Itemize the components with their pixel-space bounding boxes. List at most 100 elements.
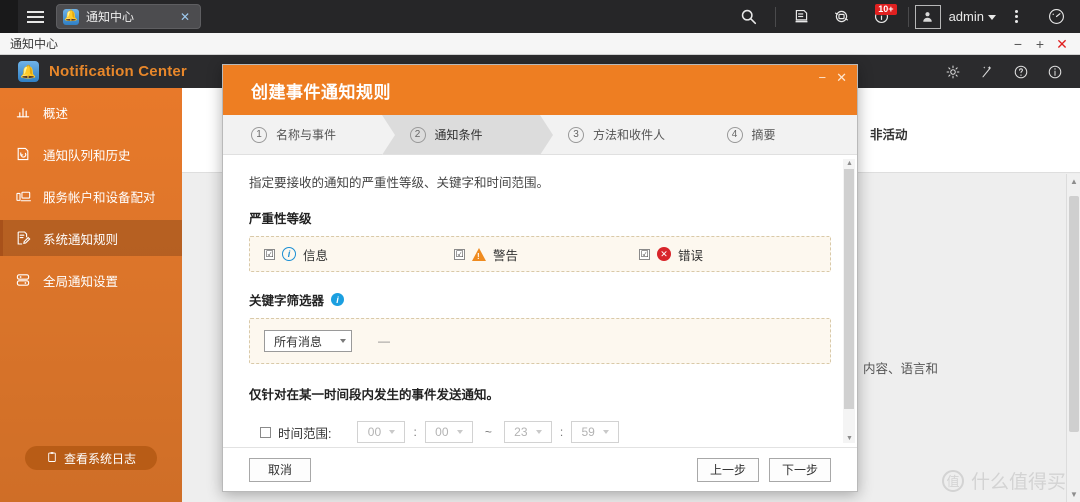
- watermark: 值 什么值得买: [941, 467, 1066, 494]
- dialog-scrollbar[interactable]: ▲ ▼: [843, 159, 855, 443]
- severity-label-text: 严重性等级: [249, 212, 312, 226]
- dialog-close-button[interactable]: ✕: [836, 71, 847, 84]
- create-event-notification-rule-dialog: 创建事件通知规则 − ✕ 1 名称与事件 2 通知条件 3 方法和收件人 4 摘…: [222, 64, 858, 492]
- backup-sync-icon[interactable]: [822, 0, 862, 33]
- dialog-title: 创建事件通知规则: [251, 82, 391, 102]
- previous-step-button[interactable]: 上一步: [696, 457, 759, 482]
- end-hour-select[interactable]: 23: [503, 421, 552, 443]
- watermark-logo-icon: 值: [941, 469, 964, 492]
- dialog-minimize-button[interactable]: −: [819, 71, 827, 84]
- severity-option-warning[interactable]: ☑ 警告: [454, 245, 639, 264]
- time-colon-2: :: [559, 425, 564, 439]
- window-close-button[interactable]: ✕: [1052, 34, 1072, 54]
- user-menu[interactable]: admin: [949, 9, 996, 24]
- about-info-icon[interactable]: [1040, 55, 1070, 88]
- keyword-dash: —: [378, 334, 390, 348]
- time-colon-1: :: [413, 425, 417, 439]
- severity-error-checkbox[interactable]: ☑: [639, 248, 650, 260]
- sidebar-item-system-rules[interactable]: 系统通知规则: [0, 220, 182, 256]
- tab-strip: 🔔 通知中心 ✕: [56, 0, 201, 33]
- notification-info-icon[interactable]: 10+: [862, 0, 902, 33]
- chart-bars-icon: [14, 103, 32, 121]
- dialog-window-controls: − ✕: [819, 65, 848, 84]
- sidebar-label-queue-history: 通知队列和历史: [43, 148, 131, 163]
- window-maximize-button[interactable]: +: [1030, 34, 1050, 54]
- user-avatar-icon[interactable]: [914, 4, 941, 29]
- step-number-4: 4: [726, 126, 743, 143]
- app-header-actions: [938, 55, 1080, 88]
- step-label-1: 名称与事件: [276, 128, 337, 142]
- content-scroll-thumb[interactable]: [1069, 196, 1079, 432]
- help-question-icon[interactable]: [1006, 55, 1036, 88]
- toolbar-divider-2: [907, 6, 909, 27]
- content-scrollbar[interactable]: ▲ ▼: [1066, 174, 1080, 502]
- info-circle-icon: i: [282, 247, 296, 261]
- step-label-2: 通知条件: [434, 128, 483, 142]
- step-number-3: 3: [568, 126, 584, 143]
- end-minute-value: 59: [581, 425, 595, 439]
- sidebar-item-queue-history[interactable]: 通知队列和历史: [0, 136, 182, 172]
- severity-option-info[interactable]: ☑ i 信息: [264, 245, 454, 264]
- window-minimize-button[interactable]: −: [1008, 34, 1028, 54]
- tab-close-icon[interactable]: ✕: [178, 10, 192, 24]
- start-hour-select[interactable]: 00: [357, 421, 406, 443]
- severity-info-label: 信息: [303, 248, 329, 263]
- view-system-log-button[interactable]: 查看系统日志: [25, 446, 157, 470]
- dialog-footer-actions: 上一步 下一步: [696, 457, 831, 482]
- window-title: 通知中心: [10, 37, 59, 51]
- severity-panel: ☑ i 信息 ☑ 警告 ☑ ✕ 错误: [249, 236, 831, 272]
- severity-warning-label: 警告: [493, 248, 519, 263]
- dialog-body: 指定要接收的通知的严重性等级、关键字和时间范围。 严重性等级 ☑ i 信息 ☑ …: [223, 155, 857, 447]
- keyword-label-text: 关键字筛选器: [249, 294, 325, 308]
- end-minute-select[interactable]: 59: [571, 421, 620, 443]
- sidebar-item-accounts-devices[interactable]: 服务帐户和设备配对: [0, 178, 182, 214]
- dialog-scroll-up-arrow-icon[interactable]: ▲: [846, 160, 853, 167]
- dialog-scroll-thumb[interactable]: [844, 169, 854, 409]
- desktop-toolbar: 10+ admin: [729, 0, 1080, 33]
- sidebar-item-overview[interactable]: 概述: [0, 94, 182, 130]
- chevron-down-icon: [456, 430, 463, 434]
- gauge-icon[interactable]: [1036, 0, 1076, 33]
- severity-section-label: 严重性等级: [249, 208, 831, 227]
- wizard-steps: 1 名称与事件 2 通知条件 3 方法和收件人 4 摘要: [223, 115, 857, 155]
- keyword-scope-select[interactable]: 所有消息: [264, 330, 352, 352]
- severity-warning-checkbox[interactable]: ☑: [454, 248, 465, 260]
- severity-option-error[interactable]: ☑ ✕ 错误: [639, 245, 703, 264]
- tab-notification-center[interactable]: 🔔 通知中心 ✕: [56, 4, 201, 29]
- main-menu-icon[interactable]: [18, 0, 52, 33]
- wizard-wand-icon[interactable]: [972, 55, 1002, 88]
- chevron-down-icon: [389, 430, 396, 434]
- wizard-step-summary[interactable]: 4 摘要: [699, 115, 858, 154]
- history-queue-icon: [14, 145, 32, 163]
- wizard-step-conditions[interactable]: 2 通知条件: [381, 115, 553, 155]
- start-minute-select[interactable]: 00: [424, 421, 473, 443]
- kebab-menu-icon[interactable]: [996, 0, 1036, 33]
- app-title: Notification Center: [49, 63, 187, 80]
- scroll-up-arrow-icon[interactable]: ▲: [1070, 177, 1078, 186]
- resource-monitor-icon[interactable]: [782, 0, 822, 33]
- chevron-down-icon: [535, 430, 542, 434]
- user-name-label: admin: [948, 9, 984, 24]
- toolbar-divider: [774, 6, 776, 27]
- cancel-button[interactable]: 取消: [249, 457, 311, 482]
- wizard-step-name-events[interactable]: 1 名称与事件: [223, 115, 382, 154]
- sidebar-label-accounts-devices: 服务帐户和设备配对: [43, 190, 156, 205]
- dialog-scroll-down-arrow-icon[interactable]: ▼: [846, 435, 853, 442]
- time-range-note: 仅针对在某一时间段内发生的事件发送通知。: [249, 388, 500, 402]
- sidebar-item-global-settings[interactable]: 全局通知设置: [0, 262, 182, 298]
- scroll-down-arrow-icon[interactable]: ▼: [1070, 490, 1078, 499]
- chevron-down-icon: [602, 430, 609, 434]
- time-range-separator: ~: [484, 425, 492, 439]
- dialog-footer: 取消 上一步 下一步: [223, 447, 857, 491]
- error-circle-icon: ✕: [657, 247, 671, 261]
- sidebar-label-system-rules: 系统通知规则: [43, 232, 119, 247]
- info-tooltip-icon[interactable]: i: [331, 293, 345, 306]
- wizard-step-methods-recipients[interactable]: 3 方法和收件人: [540, 115, 699, 154]
- search-icon[interactable]: [729, 0, 769, 33]
- time-range-checkbox[interactable]: [260, 426, 271, 438]
- tab-label: 通知中心: [86, 10, 135, 24]
- severity-info-checkbox[interactable]: ☑: [264, 248, 275, 260]
- sidebar-label-overview: 概述: [43, 106, 69, 121]
- next-step-button[interactable]: 下一步: [768, 457, 831, 482]
- settings-gear-icon[interactable]: [938, 55, 968, 88]
